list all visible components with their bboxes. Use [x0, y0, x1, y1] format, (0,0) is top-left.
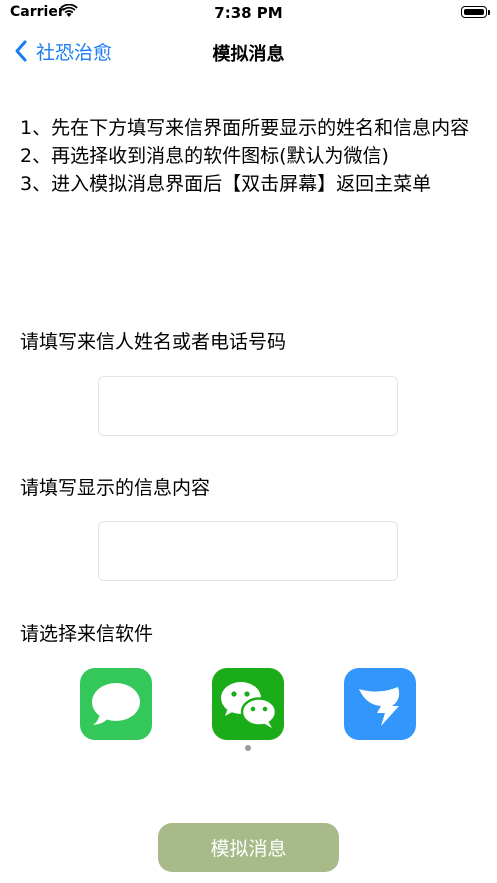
- content-input[interactable]: [98, 521, 398, 581]
- name-input[interactable]: [98, 376, 398, 436]
- instruction-step-1: 1、先在下方填写来信界面所要显示的姓名和信息内容: [20, 117, 470, 139]
- messages-icon: [92, 683, 140, 725]
- simulate-message-button[interactable]: 模拟消息: [158, 823, 339, 872]
- content-field-label: 请填写显示的信息内容: [20, 477, 211, 499]
- dingtalk-app-button[interactable]: [344, 668, 416, 740]
- app-select-label: 请选择来信软件: [20, 623, 154, 645]
- wechat-app-button[interactable]: [212, 668, 284, 740]
- battery-icon: [461, 6, 490, 18]
- wechat-icon: [221, 682, 278, 728]
- instructions: 1、先在下方填写来信界面所要显示的姓名和信息内容 2、再选择收到消息的软件图标(…: [20, 114, 480, 198]
- status-time: 7:38 PM: [214, 4, 283, 22]
- page-title: 模拟消息: [212, 44, 285, 65]
- selected-indicator: [245, 745, 251, 751]
- dingtalk-icon: [359, 687, 400, 726]
- messages-app-button[interactable]: [80, 668, 152, 740]
- instruction-step-2: 2、再选择收到消息的软件图标(默认为微信): [20, 145, 389, 167]
- instruction-step-3: 3、进入模拟消息界面后【双击屏幕】返回主菜单: [20, 173, 432, 195]
- status-bar: Carrier 7:38 PM: [0, 0, 497, 26]
- name-field-label: 请填写来信人姓名或者电话号码: [20, 331, 287, 353]
- navigation-bar: 社恐治愈 模拟消息: [0, 30, 497, 74]
